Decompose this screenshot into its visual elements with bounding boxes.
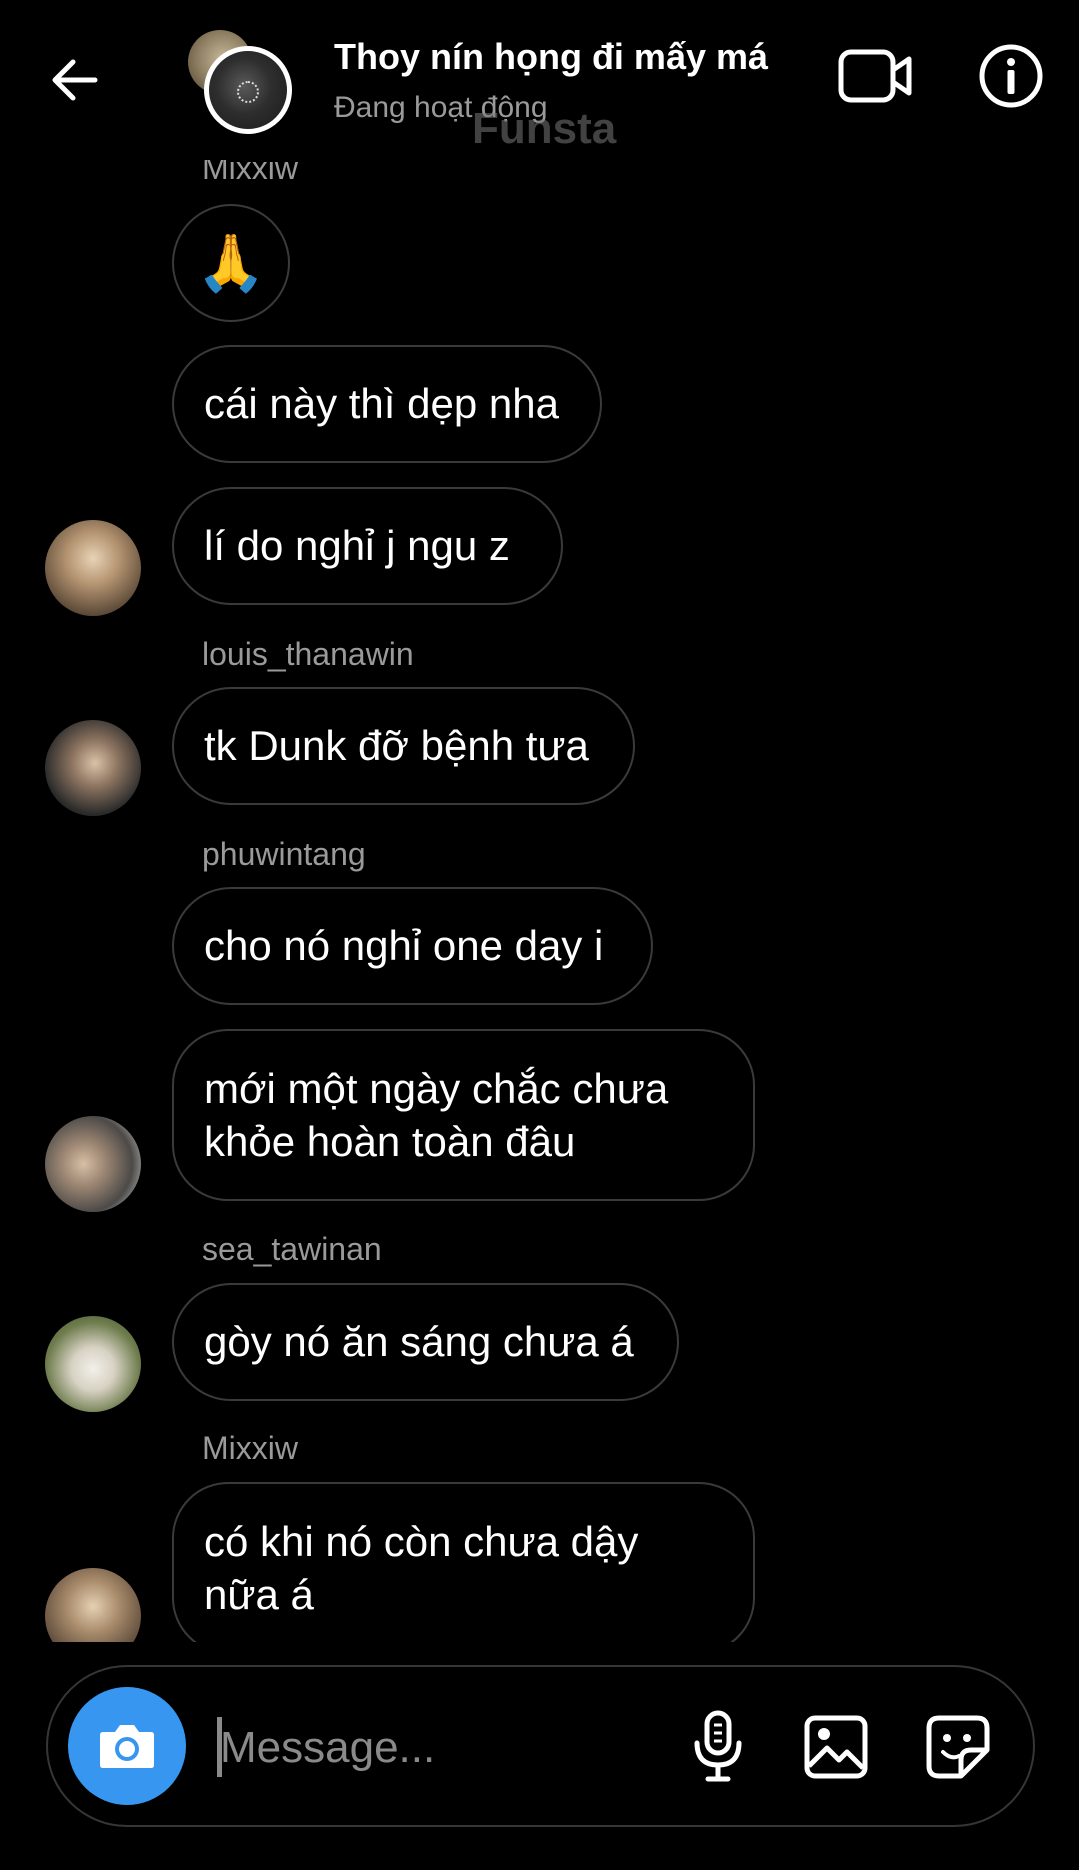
message-text: gòy nó ăn sáng chưa á [204,1318,634,1365]
message-bubble[interactable]: lí do nghỉ j ngu z [172,487,563,605]
message-text: mới một ngày chắc chưa khỏe hoàn toàn đâ… [204,1065,669,1165]
message-bubble[interactable]: tk Dunk đỡ bệnh tưa [172,687,635,805]
info-icon [979,44,1043,108]
message-bubble[interactable]: có khi nó còn chưa dậy nữa á [172,1482,755,1642]
message-bubble[interactable]: mới một ngày chắc chưa khỏe hoàn toàn đâ… [172,1029,755,1201]
message-bubble[interactable]: cái này thì dẹp nha [172,345,602,463]
avatar[interactable] [45,1316,141,1412]
sticker-button[interactable] [918,1707,998,1787]
message-bubble[interactable]: cho nó nghỉ one day i [172,887,653,1005]
microphone-icon [694,1710,742,1782]
message-text: cho nó nghỉ one day i [204,922,604,969]
camera-button[interactable] [68,1687,186,1805]
sender-name: phuwintang [202,836,366,872]
message-composer [46,1665,1035,1827]
sender-name: Mixxiw [202,1430,298,1466]
folded-hands-emoji: 🙏 [196,231,266,294]
info-button[interactable] [978,43,1044,109]
sender-name: louis_thanawin [202,636,414,672]
member-avatar [204,46,292,134]
emoji-message[interactable]: 🙏 [172,204,290,322]
message-input[interactable] [218,1707,682,1789]
sticker-icon [926,1715,990,1779]
avatar[interactable] [45,720,141,816]
avatar[interactable] [45,520,141,616]
camera-icon [100,1725,154,1768]
gallery-icon [804,1715,868,1779]
message-text: tk Dunk đỡ bệnh tưa [204,722,589,769]
voice-message-button[interactable] [678,1707,758,1787]
message-text: cái này thì dẹp nha [204,380,559,427]
gallery-button[interactable] [796,1707,876,1787]
back-arrow-icon [52,59,98,101]
chat-title[interactable]: Thoy nín họng đi mấy má [334,36,768,78]
watermark: Funsta [472,104,617,153]
avatar[interactable] [45,1568,141,1642]
message-list[interactable]: Mixxiw 🙏 cái này thì dẹp nha lí do nghỉ … [0,0,1079,1642]
video-call-icon [838,49,912,103]
video-call-button[interactable] [836,44,916,108]
message-text: lí do nghỉ j ngu z [204,522,510,569]
message-bubble[interactable]: gòy nó ăn sáng chưa á [172,1283,679,1401]
sender-name: sea_tawinan [202,1231,382,1267]
group-avatar[interactable] [188,28,293,134]
message-text: có khi nó còn chưa dậy nữa á [204,1518,639,1618]
back-button[interactable] [40,45,110,115]
avatar[interactable] [45,1116,141,1212]
